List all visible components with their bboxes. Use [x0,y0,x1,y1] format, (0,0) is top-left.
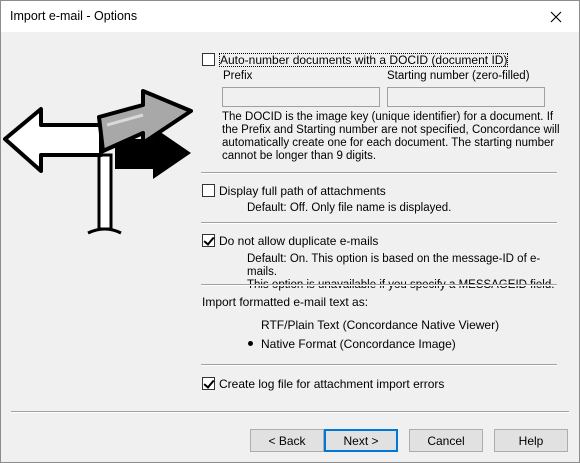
rtf-plain-radio[interactable] [244,318,257,331]
starting-number-label: Starting number (zero-filled) [387,70,530,82]
import-email-options-dialog: Import e-mail - Options Auto-number docu… [0,0,580,463]
autonumber-label[interactable]: Auto-number documents with a DOCID (docu… [219,53,509,67]
prefix-field[interactable] [222,87,380,107]
cancel-button-label: Cancel [427,433,465,448]
signpost-arrows-icon [3,89,193,235]
back-button-label: < Back [268,433,306,448]
duplicates-description: Default: On. This option is based on the… [247,253,567,292]
close-icon [550,11,562,22]
format-group-label: Import formatted e-mail text as: [202,295,369,309]
prefix-label: Prefix [223,70,253,82]
next-button-label: Next > [343,433,379,448]
back-button[interactable]: < Back [250,429,324,452]
help-button-label: Help [518,433,544,448]
fullpath-checkbox[interactable] [202,184,215,197]
divider [201,172,557,174]
desc-line: the Prefix and Starting number are not s… [222,124,560,136]
desc-line: automatically create one for each docume… [222,137,555,149]
next-button[interactable]: Next > [324,429,398,452]
desc-line: cannot be longer than 9 digits. [222,150,377,162]
help-button[interactable]: Help [494,429,568,452]
autonumber-checkbox[interactable] [202,53,215,66]
duplicates-label[interactable]: Do not allow duplicate e-mails [219,234,378,248]
window-title: Import e-mail - Options [10,9,138,23]
button-bar-divider [11,411,569,413]
fullpath-description: Default: Off. Only file name is displaye… [247,202,452,214]
cancel-button[interactable]: Cancel [409,429,483,452]
desc-line: Default: On. This option is based on the… [247,253,541,278]
starting-number-field[interactable] [387,87,545,107]
fullpath-label[interactable]: Display full path of attachments [219,184,386,198]
divider [201,222,557,224]
divider [201,364,557,366]
native-format-label[interactable]: Native Format (Concordance Image) [261,337,456,351]
docid-description: The DOCID is the image key (unique ident… [222,111,572,163]
logfile-checkbox[interactable] [202,377,215,390]
rtf-plain-label[interactable]: RTF/Plain Text (Concordance Native Viewe… [261,318,499,332]
title-bar: Import e-mail - Options [1,1,579,32]
logfile-label[interactable]: Create log file for attachment import er… [219,377,444,391]
native-format-radio[interactable] [244,337,257,350]
close-button[interactable] [533,1,579,32]
divider [201,284,557,286]
duplicates-checkbox[interactable] [202,234,215,247]
desc-line: The DOCID is the image key (unique ident… [222,111,554,123]
